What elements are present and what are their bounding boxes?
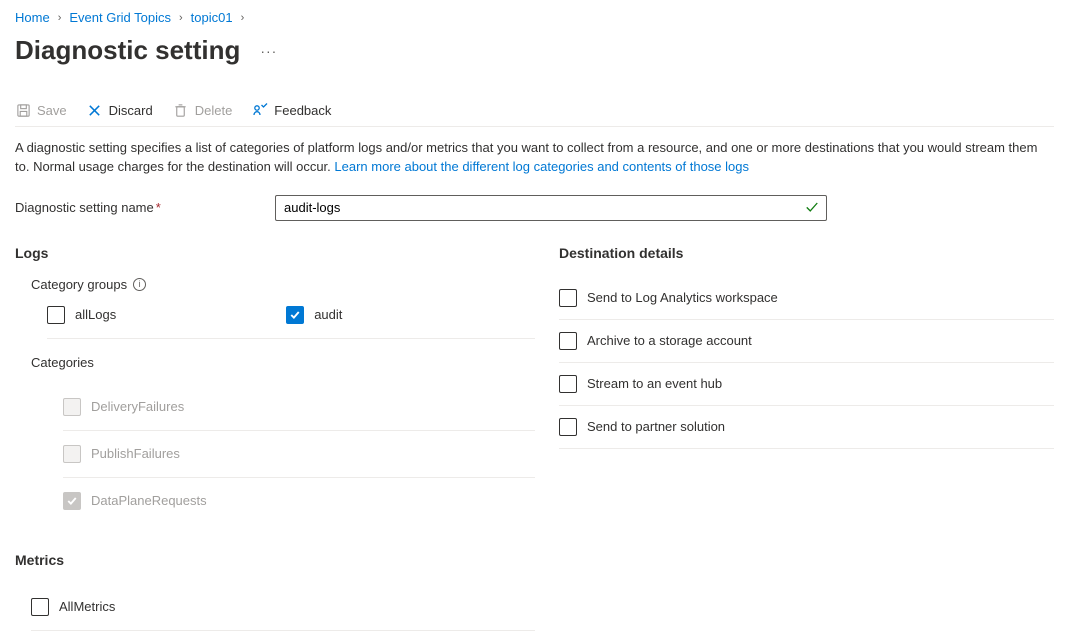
diagnostic-name-label: Diagnostic setting name* <box>15 200 263 215</box>
allmetrics-label: AllMetrics <box>59 599 115 614</box>
description-text: A diagnostic setting specifies a list of… <box>15 139 1054 177</box>
destination-heading: Destination details <box>559 245 1054 261</box>
alllogs-checkbox-item[interactable]: allLogs <box>47 306 116 324</box>
feedback-label: Feedback <box>274 103 331 118</box>
toolbar: Save Discard Delete Feedback <box>15 94 1054 127</box>
dest-eventhub-item[interactable]: Stream to an event hub <box>559 375 1054 393</box>
save-icon <box>15 102 31 118</box>
chevron-right-icon: › <box>179 12 183 24</box>
info-icon[interactable]: i <box>133 278 146 291</box>
required-indicator: * <box>156 200 161 215</box>
save-label: Save <box>37 103 67 118</box>
publishfailures-label: PublishFailures <box>91 446 180 461</box>
breadcrumb: Home › Event Grid Topics › topic01 › <box>15 10 1054 25</box>
dest-storage-label: Archive to a storage account <box>587 333 752 348</box>
audit-label: audit <box>314 307 342 322</box>
save-button[interactable]: Save <box>15 102 67 118</box>
breadcrumb-event-grid-topics[interactable]: Event Grid Topics <box>69 10 171 25</box>
alllogs-checkbox[interactable] <box>47 306 65 324</box>
allmetrics-checkbox-item[interactable]: AllMetrics <box>31 598 535 616</box>
checkmark-icon <box>805 199 819 216</box>
feedback-icon <box>252 102 268 118</box>
breadcrumb-topic01[interactable]: topic01 <box>191 10 233 25</box>
deliveryfailures-checkbox-item: DeliveryFailures <box>63 398 535 416</box>
dataplanerequests-checkbox-item: DataPlaneRequests <box>63 492 535 510</box>
diagnostic-name-input[interactable] <box>275 195 827 221</box>
dest-loganalytics-item[interactable]: Send to Log Analytics workspace <box>559 289 1054 307</box>
chevron-right-icon: › <box>58 12 62 24</box>
breadcrumb-home[interactable]: Home <box>15 10 50 25</box>
more-actions-button[interactable]: ··· <box>256 39 281 63</box>
delete-icon <box>173 102 189 118</box>
dest-partner-item[interactable]: Send to partner solution <box>559 418 1054 436</box>
dataplanerequests-checkbox <box>63 492 81 510</box>
audit-checkbox-item[interactable]: audit <box>286 306 342 324</box>
alllogs-label: allLogs <box>75 307 116 322</box>
dest-storage-checkbox[interactable] <box>559 332 577 350</box>
dest-eventhub-label: Stream to an event hub <box>587 376 722 391</box>
name-row: Diagnostic setting name* <box>15 195 1054 221</box>
dest-storage-item[interactable]: Archive to a storage account <box>559 332 1054 350</box>
delete-label: Delete <box>195 103 233 118</box>
metrics-heading: Metrics <box>15 552 535 568</box>
discard-icon <box>87 102 103 118</box>
publishfailures-checkbox <box>63 445 81 463</box>
title-row: Diagnostic setting ··· <box>15 35 1054 66</box>
discard-button[interactable]: Discard <box>87 102 153 118</box>
dest-partner-checkbox[interactable] <box>559 418 577 436</box>
deliveryfailures-label: DeliveryFailures <box>91 399 184 414</box>
deliveryfailures-checkbox <box>63 398 81 416</box>
dataplanerequests-label: DataPlaneRequests <box>91 493 207 508</box>
publishfailures-checkbox-item: PublishFailures <box>63 445 535 463</box>
categories-heading: Categories <box>31 355 535 370</box>
feedback-button[interactable]: Feedback <box>252 102 331 118</box>
dest-partner-label: Send to partner solution <box>587 419 725 434</box>
page-title: Diagnostic setting <box>15 35 240 66</box>
category-groups-heading: Category groups i <box>31 277 535 292</box>
dest-eventhub-checkbox[interactable] <box>559 375 577 393</box>
chevron-right-icon: › <box>241 12 245 24</box>
allmetrics-checkbox[interactable] <box>31 598 49 616</box>
logs-heading: Logs <box>15 245 535 261</box>
learn-more-link[interactable]: Learn more about the different log categ… <box>334 159 749 174</box>
delete-button[interactable]: Delete <box>173 102 233 118</box>
dest-loganalytics-checkbox[interactable] <box>559 289 577 307</box>
dest-loganalytics-label: Send to Log Analytics workspace <box>587 290 778 305</box>
discard-label: Discard <box>109 103 153 118</box>
audit-checkbox[interactable] <box>286 306 304 324</box>
